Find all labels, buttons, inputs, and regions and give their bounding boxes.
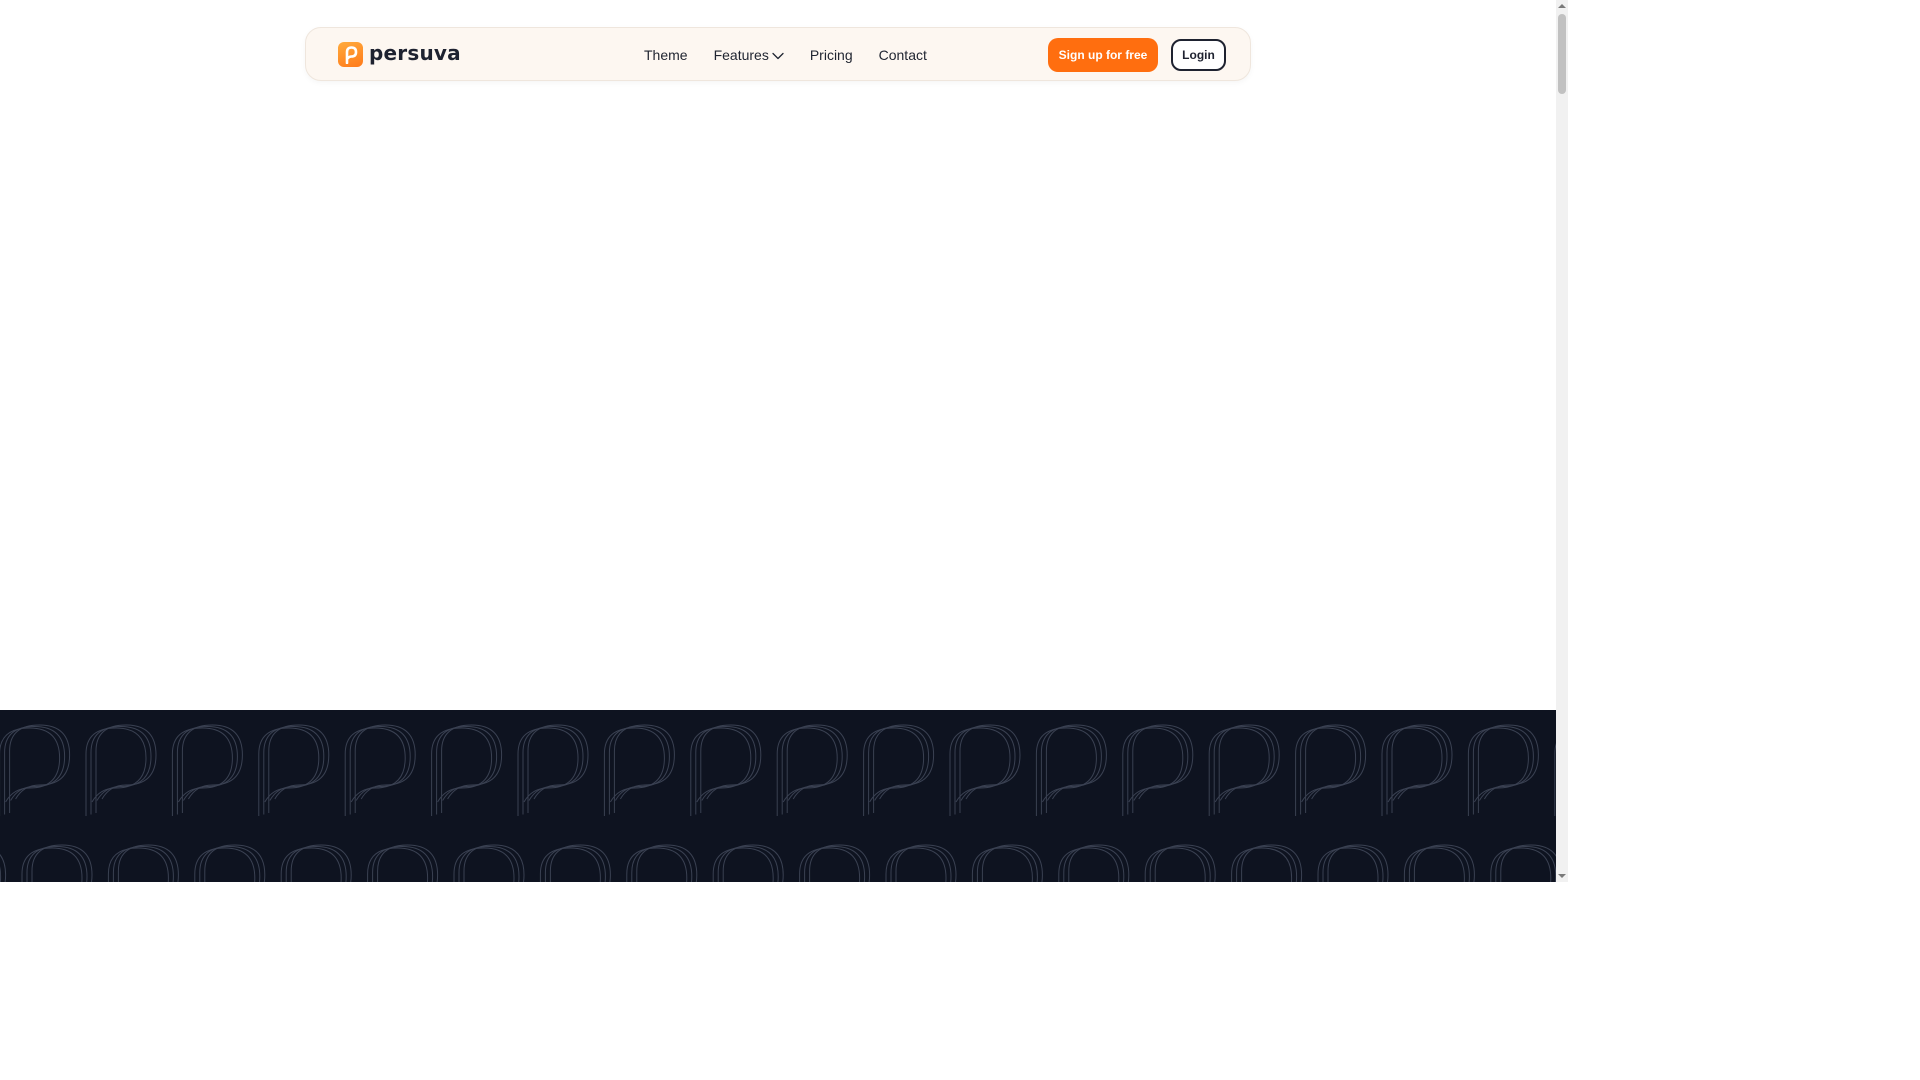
- pattern-p-glyph: [21, 844, 93, 882]
- pattern-p-glyph: [863, 724, 935, 816]
- pattern-p-glyph: [776, 724, 848, 816]
- pattern-p-glyph: [1467, 724, 1539, 816]
- pattern-p-glyph: [539, 844, 611, 882]
- nav-link-label: Contact: [878, 47, 927, 63]
- pattern-p-glyph: [431, 724, 503, 816]
- nav-link-label: Pricing: [809, 47, 853, 63]
- pattern-p-glyph: [194, 844, 266, 882]
- brand-name: persuva: [369, 40, 461, 65]
- nav-link-pricing[interactable]: Pricing: [810, 47, 853, 63]
- pattern-p-glyph: [603, 724, 675, 816]
- main-menu: Theme Features Pricing Contact: [644, 28, 927, 82]
- pattern-p-glyph: [626, 844, 698, 882]
- footer-pattern-band: [0, 710, 1556, 882]
- pattern-p-glyph: [712, 844, 784, 882]
- navbar: persuva Theme Features Pricing Contact S…: [305, 27, 1251, 81]
- nav-link-features[interactable]: Features: [714, 47, 784, 63]
- pattern-p-glyph: [1381, 724, 1453, 816]
- persuva-p-pattern: [0, 724, 1556, 882]
- pattern-p-glyph: [1144, 844, 1216, 882]
- pattern-p-glyph: [344, 724, 416, 816]
- pattern-p-glyph: [280, 844, 352, 882]
- pattern-p-glyph: [1403, 844, 1475, 882]
- nav-link-contact[interactable]: Contact: [879, 47, 927, 63]
- scroll-up-arrow-icon[interactable]: [1556, 0, 1568, 12]
- pattern-p-glyph: [1231, 844, 1303, 882]
- pattern-p-glyph: [1122, 724, 1194, 816]
- pattern-p-glyph: [258, 724, 330, 816]
- vertical-scrollbar[interactable]: [1556, 0, 1568, 882]
- pattern-p-glyph: [367, 844, 439, 882]
- pattern-p-glyph: [1208, 724, 1280, 816]
- signup-button[interactable]: Sign up for free: [1048, 38, 1158, 72]
- persuva-logo-icon: [338, 42, 363, 67]
- pattern-p-glyph: [690, 724, 762, 816]
- pattern-p-glyph: [799, 844, 871, 882]
- nav-link-label: Theme: [644, 47, 688, 63]
- pattern-p-glyph: [1490, 844, 1556, 882]
- pattern-p-glyph: [453, 844, 525, 882]
- pattern-p-glyph: [171, 724, 243, 816]
- scroll-down-arrow-icon[interactable]: [1556, 870, 1568, 882]
- nav-link-theme[interactable]: Theme: [644, 47, 688, 63]
- pattern-p-glyph: [971, 844, 1043, 882]
- scrollbar-thumb[interactable]: [1558, 14, 1566, 94]
- nav-link-label: Features: [713, 47, 769, 63]
- pattern-p-glyph: [1295, 724, 1367, 816]
- pattern-p-glyph: [1058, 844, 1130, 882]
- login-button[interactable]: Login: [1171, 39, 1226, 71]
- pattern-p-glyph: [85, 724, 157, 816]
- pattern-p-glyph: [0, 854, 7, 882]
- pattern-p-glyph: [949, 724, 1021, 816]
- brand-logo[interactable]: persuva: [338, 40, 461, 67]
- pattern-p-glyph: [885, 844, 957, 882]
- pattern-p-glyph: [517, 724, 589, 816]
- pattern-p-glyph: [1317, 844, 1389, 882]
- pattern-p-glyph: [107, 844, 179, 882]
- chevron-down-icon: [772, 52, 784, 60]
- pattern-p-glyph: [1035, 724, 1107, 816]
- pattern-p-glyph: [0, 724, 71, 816]
